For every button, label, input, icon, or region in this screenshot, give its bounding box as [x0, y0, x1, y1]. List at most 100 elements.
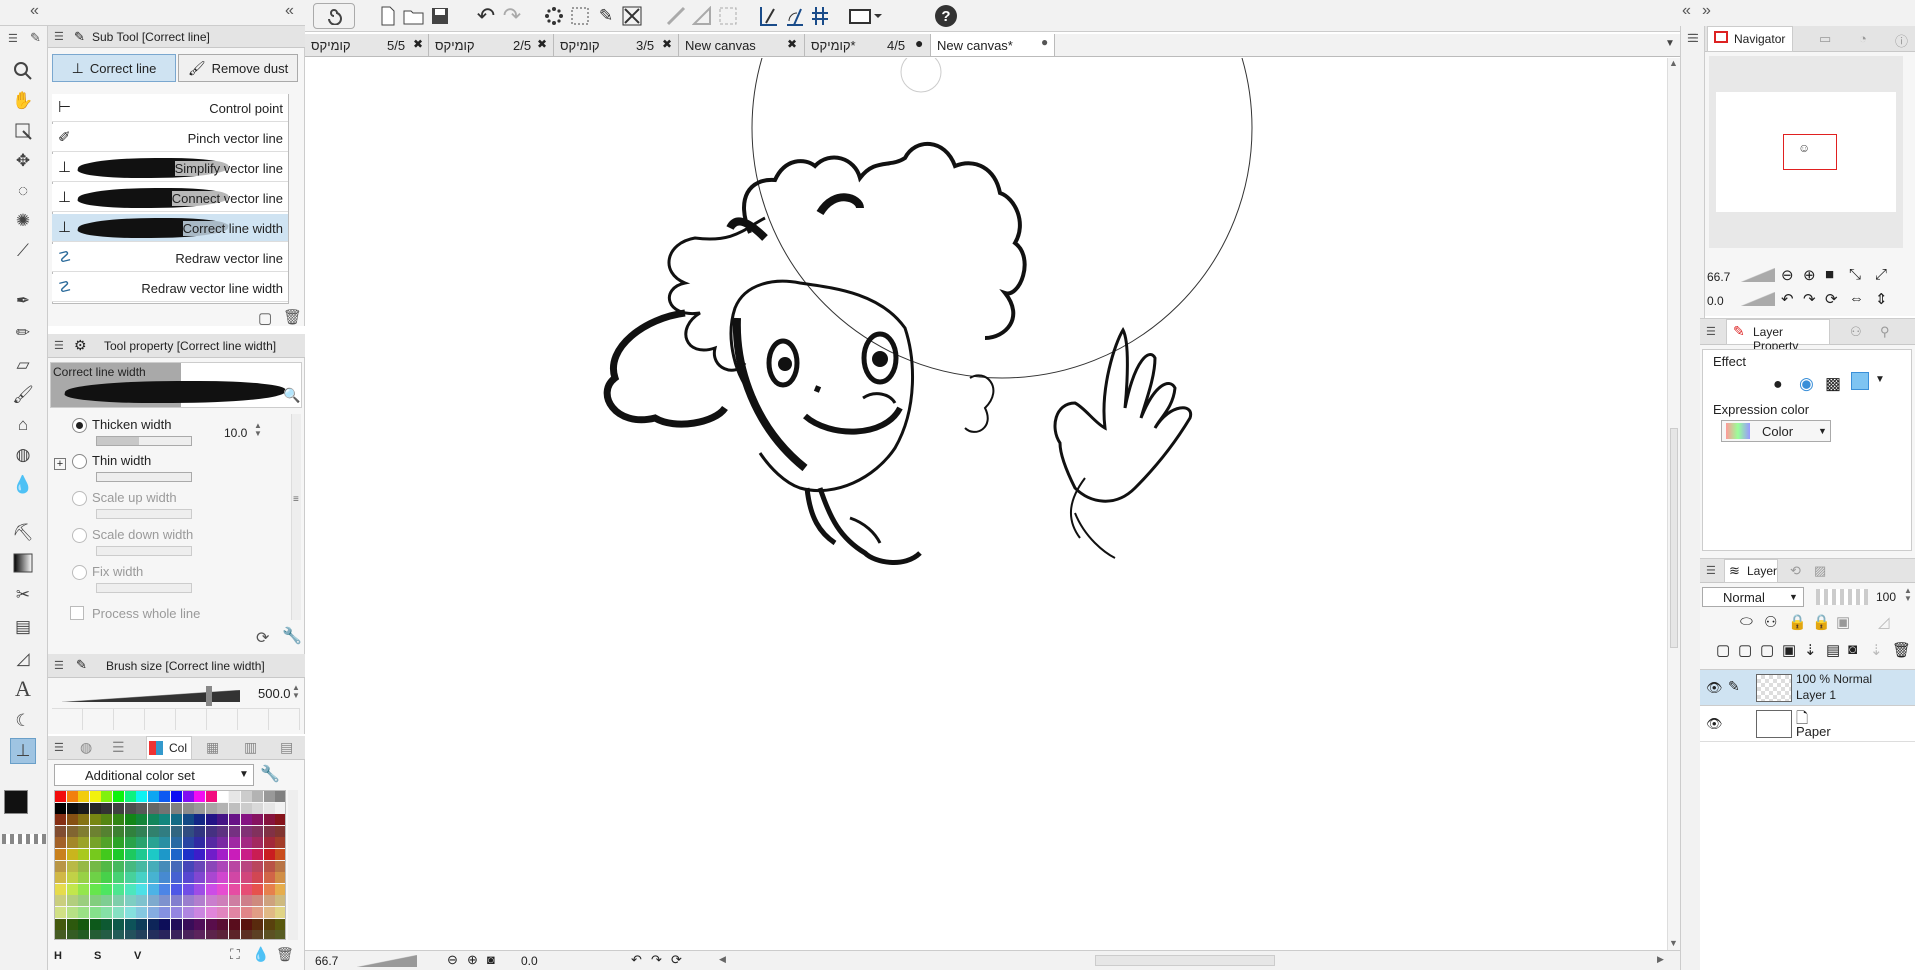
color-slider-tab-icon[interactable]: ☰ — [112, 739, 125, 756]
color-swatch[interactable] — [147, 930, 159, 939]
color-swatch[interactable] — [171, 849, 182, 860]
color-swatch[interactable] — [124, 825, 136, 837]
color-swatch[interactable] — [217, 907, 229, 918]
checkbox[interactable] — [70, 606, 84, 620]
ruler-link-icon[interactable]: ◿ — [1878, 613, 1890, 631]
layer-row[interactable]: 👁 ✎ 100 % Normal Layer 1 — [1700, 670, 1915, 706]
color-swatch[interactable] — [263, 802, 275, 814]
color-swatch[interactable] — [66, 872, 78, 884]
color-swatch[interactable] — [252, 849, 264, 860]
transparent-color-swatch[interactable] — [2, 834, 46, 844]
color-swatch[interactable] — [159, 791, 171, 802]
layer-search-tab-icon[interactable]: ⚇ — [1850, 324, 1862, 340]
color-swatch[interactable] — [171, 825, 182, 837]
frame-tool-icon[interactable]: ▤ — [10, 614, 36, 640]
color-swatch[interactable] — [159, 802, 171, 814]
color-swatch[interactable] — [159, 849, 171, 860]
zoom-in-icon[interactable]: ⊕ — [467, 952, 478, 968]
color-swatch[interactable] — [275, 802, 285, 814]
color-swatch[interactable] — [240, 814, 252, 826]
color-swatch[interactable] — [171, 814, 182, 826]
color-swatch[interactable] — [113, 849, 124, 860]
color-swatch[interactable] — [205, 802, 217, 814]
color-swatch[interactable] — [275, 872, 285, 884]
new-raster-layer-icon[interactable]: ▢ — [1716, 641, 1730, 659]
color-swatch[interactable] — [89, 791, 101, 802]
ruler-tool-icon[interactable]: ◿ — [10, 646, 36, 672]
color-swatch[interactable] — [113, 883, 124, 895]
color-set-tab[interactable]: Col — [146, 736, 192, 760]
rotate-right-icon[interactable]: ↷ — [1803, 290, 1816, 308]
color-swatch[interactable] — [205, 872, 217, 884]
color-swatch[interactable] — [66, 883, 78, 895]
color-swatch[interactable] — [205, 860, 217, 872]
color-swatch[interactable] — [229, 907, 240, 918]
width-slider[interactable] — [96, 509, 192, 519]
color-swatch[interactable] — [66, 895, 78, 907]
color-swatch[interactable] — [113, 895, 124, 907]
close-icon[interactable]: ✖ — [662, 37, 672, 51]
modified-dot-icon[interactable]: ● — [1041, 35, 1048, 49]
color-swatch[interactable] — [147, 802, 159, 814]
color-swatch[interactable] — [78, 837, 90, 849]
color-swatch[interactable] — [194, 907, 206, 918]
color-swatch[interactable] — [113, 802, 124, 814]
clip-icon[interactable]: ⬭ — [1740, 613, 1753, 630]
color-swatch[interactable] — [101, 802, 113, 814]
color-swatch[interactable] — [55, 791, 66, 802]
add-color-icon[interactable]: ⛶ — [230, 946, 240, 963]
color-swatch[interactable] — [194, 860, 206, 872]
rotate-left-icon[interactable]: ↶ — [1781, 290, 1794, 308]
color-swatch[interactable] — [89, 837, 101, 849]
reference-layer-icon[interactable]: ⚇ — [1764, 613, 1777, 631]
color-swatch[interactable] — [113, 860, 124, 872]
color-swatch[interactable] — [89, 930, 101, 939]
canvas-area[interactable] — [315, 0, 1667, 950]
collapse-left-icon[interactable]: « — [30, 2, 39, 20]
color-swatch[interactable] — [124, 872, 136, 884]
color-swatch[interactable] — [252, 895, 264, 907]
color-swatch[interactable] — [136, 895, 148, 907]
color-swatch[interactable] — [252, 872, 264, 884]
color-swatch[interactable] — [263, 907, 275, 918]
color-swatch[interactable] — [101, 791, 113, 802]
color-swatch[interactable] — [171, 791, 182, 802]
color-swatch[interactable] — [182, 837, 194, 849]
color-swatch[interactable] — [55, 883, 66, 895]
color-swatch[interactable] — [55, 837, 66, 849]
color-swatch[interactable] — [113, 837, 124, 849]
collapse-right-icon[interactable]: « — [1682, 2, 1691, 20]
pen-edit-icon[interactable]: ✎ — [1728, 678, 1740, 695]
subtool-item-simplify-vector[interactable]: ⊥ Simplify vector line — [52, 154, 288, 182]
color-swatch[interactable] — [55, 895, 66, 907]
color-swatch[interactable] — [55, 814, 66, 826]
merge-icon[interactable]: ▤ — [1826, 641, 1840, 659]
navigator-angle-value[interactable]: 0.0 — [1707, 294, 1724, 308]
scroll-left-icon[interactable]: ◀ — [719, 954, 726, 965]
apply-mask-icon[interactable]: ⇣ — [1870, 641, 1883, 659]
subtool-item-correct-line-width[interactable]: ⊥ Correct line width — [52, 214, 288, 242]
color-swatch[interactable] — [205, 930, 217, 939]
transfer-down-icon[interactable]: ⇣ — [1804, 641, 1817, 659]
color-swatch[interactable] — [55, 930, 66, 939]
layer-row[interactable]: 👁 🗋 Paper — [1700, 706, 1915, 742]
color-swatch[interactable] — [147, 825, 159, 837]
color-swatch[interactable] — [240, 860, 252, 872]
color-swatch[interactable] — [147, 883, 159, 895]
color-swatch[interactable] — [78, 907, 90, 918]
navigator-zoom-slider[interactable] — [1741, 268, 1775, 282]
expand-icon[interactable]: + — [54, 458, 66, 470]
color-swatch[interactable] — [124, 849, 136, 860]
tab-canvas-2[interactable]: קומיקס 2/5 ✖ — [429, 34, 554, 56]
color-swatch[interactable] — [171, 883, 182, 895]
color-swatch[interactable] — [147, 907, 159, 918]
wrench-icon[interactable]: 🔧 — [282, 626, 302, 646]
color-swatch[interactable] — [205, 825, 217, 837]
color-swatch[interactable] — [171, 930, 182, 939]
eye-icon[interactable]: 👁 — [1706, 716, 1723, 732]
color-swatch[interactable] — [240, 872, 252, 884]
color-swatch[interactable] — [275, 825, 285, 837]
tool-property-scrollbar[interactable]: ≡ — [291, 414, 301, 620]
modified-dot-icon[interactable]: ● — [915, 35, 923, 51]
color-swatch[interactable] — [182, 860, 194, 872]
